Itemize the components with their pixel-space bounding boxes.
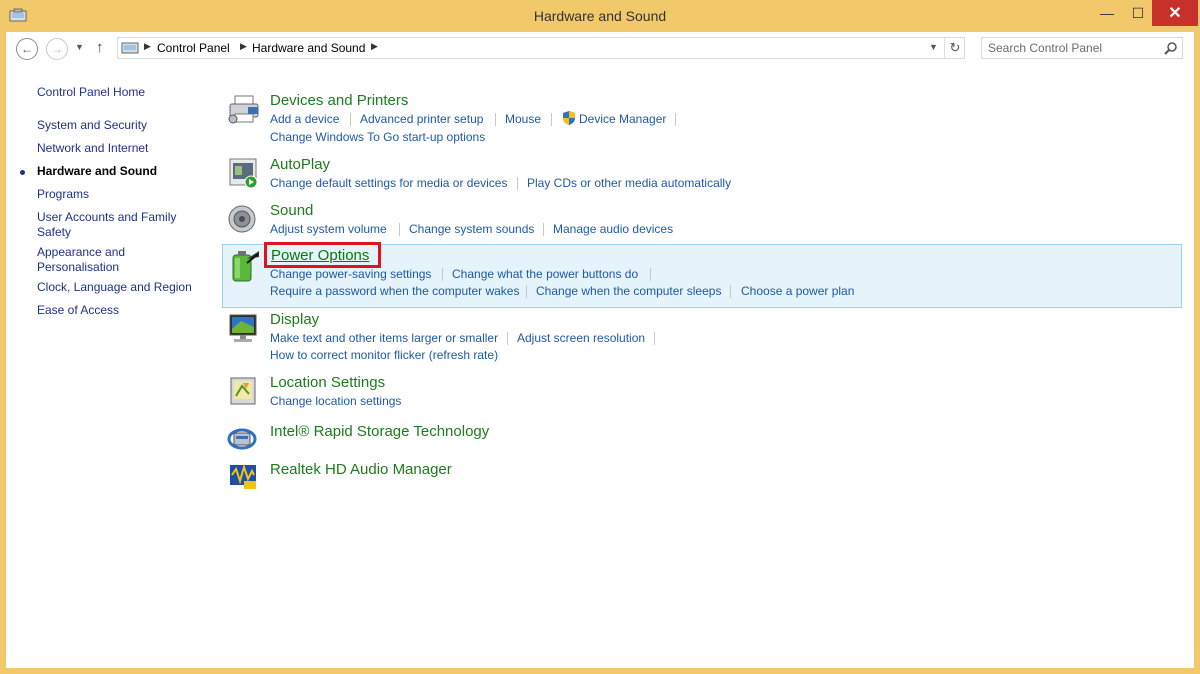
address-dropdown[interactable]: ▼: [929, 42, 938, 52]
sidebar-item-clock-language-region[interactable]: Clock, Language and Region: [37, 280, 192, 295]
change-default-settings-link[interactable]: Change default settings for media or dev…: [270, 176, 507, 190]
search-placeholder: Search Control Panel: [988, 41, 1103, 55]
mouse-link[interactable]: Mouse: [505, 112, 541, 126]
link-separator: [675, 113, 676, 126]
category-sound: Sound Adjust system volume Change system…: [222, 200, 1182, 240]
monitor-flicker-link[interactable]: How to correct monitor flicker (refresh …: [270, 348, 498, 362]
link-separator: [650, 268, 651, 281]
category-realtek-hd-audio: Realtek HD Audio Manager: [222, 459, 1182, 491]
arrow-left-icon: ←: [21, 42, 33, 56]
display-title[interactable]: Display: [270, 311, 319, 328]
printer-icon[interactable]: [227, 92, 261, 126]
intel-rapid-storage-title[interactable]: Intel® Rapid Storage Technology: [270, 423, 489, 440]
content-area: Control Panel Home System and Security N…: [6, 70, 1194, 668]
speaker-icon[interactable]: [227, 202, 261, 236]
link-separator: [543, 223, 544, 236]
category-display: Display Make text and other items larger…: [222, 309, 1182, 365]
battery-icon[interactable]: [227, 249, 261, 283]
adjust-system-volume-link[interactable]: Adjust system volume: [270, 222, 387, 236]
category-intel-rapid-storage: Intel® Rapid Storage Technology: [222, 421, 1182, 453]
arrow-up-icon: ↑: [96, 39, 104, 56]
sidebar-item-hardware-and-sound: Hardware and Sound: [37, 164, 158, 178]
maximize-button[interactable]: ☐: [1124, 0, 1152, 26]
search-icon[interactable]: [1164, 41, 1178, 55]
power-options-title[interactable]: Power Options: [271, 247, 369, 264]
link-separator: [350, 113, 351, 126]
make-text-larger-link[interactable]: Make text and other items larger or smal…: [270, 331, 498, 345]
sidebar-item-network-and-internet[interactable]: Network and Internet: [37, 141, 148, 156]
control-panel-icon: [121, 42, 139, 54]
chevron-down-icon: ▼: [929, 42, 938, 52]
category-power-options: Power Options Change power-saving settin…: [222, 242, 1182, 308]
link-separator: [551, 113, 552, 126]
breadcrumb-separator[interactable]: ▶: [371, 41, 378, 52]
breadcrumb-separator[interactable]: ▶: [240, 41, 247, 52]
monitor-icon[interactable]: [227, 311, 261, 345]
manage-audio-devices-link[interactable]: Manage audio devices: [553, 222, 673, 236]
link-separator: [399, 223, 400, 236]
change-system-sounds-link[interactable]: Change system sounds: [409, 222, 534, 236]
link-separator: [730, 285, 731, 298]
back-button[interactable]: ←: [16, 38, 38, 60]
storage-icon[interactable]: [227, 421, 261, 455]
devices-and-printers-title[interactable]: Devices and Printers: [270, 92, 408, 109]
add-a-device-link[interactable]: Add a device: [270, 112, 339, 126]
link-separator: [507, 332, 508, 345]
recent-locations-dropdown[interactable]: ▼: [75, 42, 84, 52]
sidebar-item-programs[interactable]: Programs: [37, 187, 89, 202]
link-separator: [526, 285, 527, 298]
sidebar-item-ease-of-access[interactable]: Ease of Access: [37, 303, 119, 318]
device-manager-link[interactable]: Device Manager: [579, 112, 666, 126]
refresh-button[interactable]: ↻: [944, 38, 965, 58]
active-bullet: [20, 170, 25, 175]
link-separator: [654, 332, 655, 345]
arrow-right-icon: →: [51, 42, 63, 56]
forward-button[interactable]: →: [46, 38, 68, 60]
up-button[interactable]: ↑: [96, 39, 104, 56]
close-button[interactable]: ✕: [1152, 0, 1198, 26]
autoplay-title[interactable]: AutoPlay: [270, 156, 330, 173]
autoplay-icon[interactable]: [227, 156, 261, 190]
minimize-button[interactable]: —: [1090, 0, 1124, 26]
sidebar-item-user-accounts[interactable]: User Accounts and Family Safety: [37, 210, 187, 240]
sidebar: Control Panel Home System and Security N…: [6, 70, 216, 668]
change-location-settings-link[interactable]: Change location settings: [270, 394, 401, 408]
link-separator: [495, 113, 496, 126]
breadcrumb-control-panel[interactable]: Control Panel: [157, 41, 230, 55]
search-input[interactable]: Search Control Panel: [981, 37, 1183, 59]
address-bar[interactable]: ▶ Control Panel ▶ Hardware and Sound ▶ ▼…: [117, 37, 965, 59]
change-sleep-link[interactable]: Change when the computer sleeps: [536, 284, 721, 298]
link-separator: [442, 268, 443, 281]
sidebar-item-control-panel-home[interactable]: Control Panel Home: [37, 85, 145, 100]
audio-manager-icon[interactable]: [227, 459, 261, 493]
sidebar-item-system-and-security[interactable]: System and Security: [37, 118, 147, 133]
window-title: Hardware and Sound: [533, 8, 667, 24]
change-power-buttons-link[interactable]: Change what the power buttons do: [452, 267, 638, 281]
link-separator: [517, 177, 518, 190]
refresh-icon: ↻: [949, 40, 961, 55]
adjust-screen-resolution-link[interactable]: Adjust screen resolution: [517, 331, 645, 345]
navigation-bar: ← → ▼ ↑ ▶ Control Panel ▶ Hardware and S…: [6, 32, 1194, 70]
category-autoplay: AutoPlay Change default settings for med…: [222, 154, 1182, 194]
chevron-down-icon: ▼: [75, 42, 84, 52]
advanced-printer-setup-link[interactable]: Advanced printer setup: [360, 112, 483, 126]
sidebar-item-appearance[interactable]: Appearance and Personalisation: [37, 245, 137, 275]
location-settings-title[interactable]: Location Settings: [270, 374, 385, 391]
sound-title[interactable]: Sound: [270, 202, 313, 219]
change-windows-to-go-link[interactable]: Change Windows To Go start-up options: [270, 130, 485, 144]
choose-power-plan-link[interactable]: Choose a power plan: [741, 284, 854, 298]
breadcrumb-separator[interactable]: ▶: [144, 41, 151, 52]
window: Hardware and Sound — ☐ ✕ ← → ▼ ↑ ▶ Contr…: [0, 0, 1200, 674]
require-password-link[interactable]: Require a password when the computer wak…: [270, 284, 519, 298]
title-bar: Hardware and Sound — ☐ ✕: [0, 0, 1200, 32]
shield-icon: [563, 111, 575, 125]
breadcrumb-hardware-and-sound[interactable]: Hardware and Sound: [252, 41, 365, 55]
play-cds-link[interactable]: Play CDs or other media automatically: [527, 176, 731, 190]
category-devices-and-printers: Devices and Printers Add a device Advanc…: [222, 90, 1182, 144]
location-icon[interactable]: [227, 374, 261, 408]
category-location-settings: Location Settings Change location settin…: [222, 372, 1182, 412]
realtek-hd-audio-title[interactable]: Realtek HD Audio Manager: [270, 461, 452, 478]
change-power-saving-link[interactable]: Change power-saving settings: [270, 267, 431, 281]
